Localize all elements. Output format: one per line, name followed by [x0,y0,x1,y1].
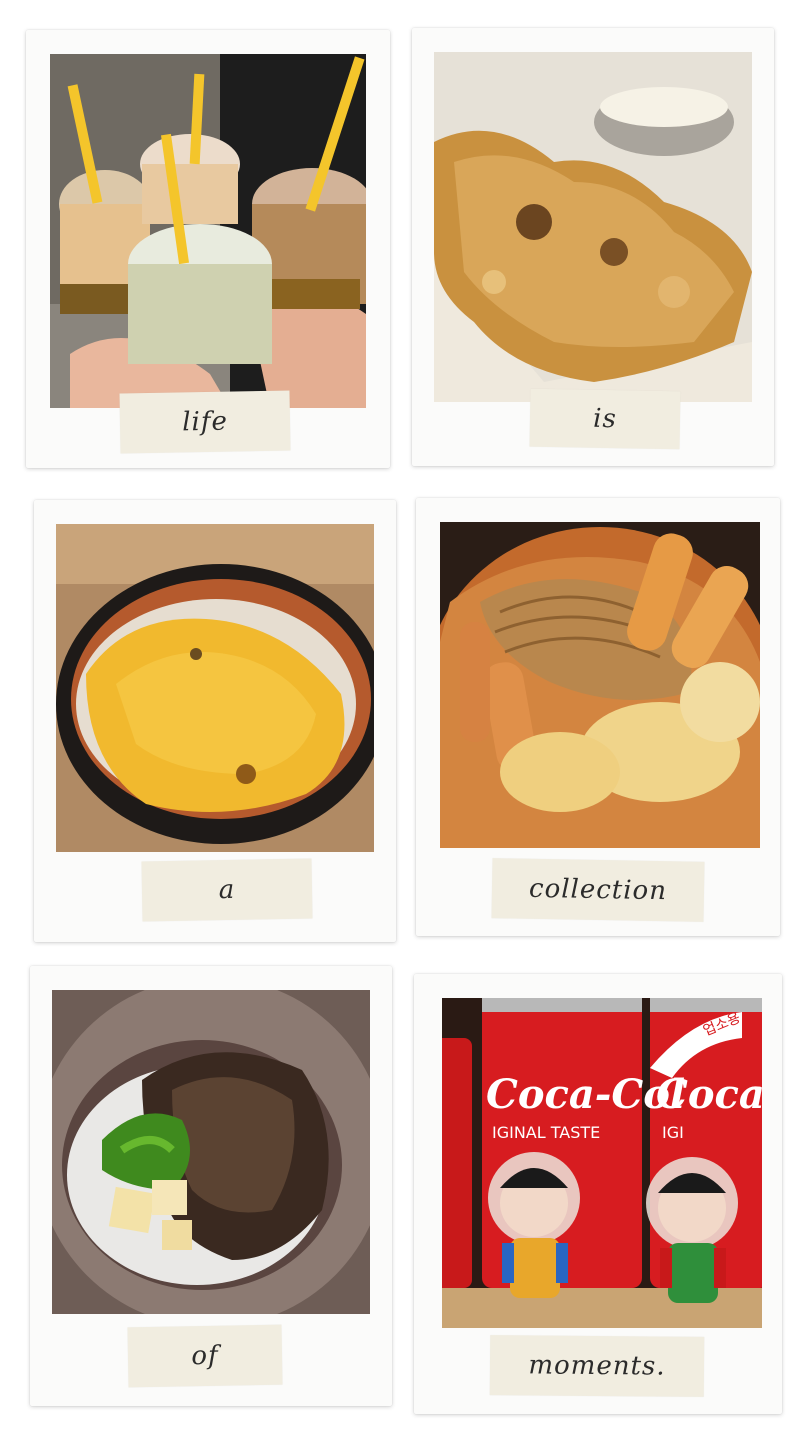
photo-rabokki [440,522,760,848]
caption-tape-2: is [529,388,681,450]
caption-tape-6: moments. [489,1335,705,1397]
polaroid-5: of [30,966,392,1406]
polaroid-2: is [412,28,774,466]
caption-tape-1: life [119,390,291,454]
polaroid-3: a [34,500,396,942]
can-sub-left: IGINAL TASTE [492,1123,600,1142]
photo-bibimbap [52,990,370,1314]
can-sub-right: IGI [662,1123,684,1142]
polaroid-1: life [26,30,390,468]
photo-cheese-bowl [56,524,374,852]
caption-text: a [218,874,236,906]
polaroid-6: 업소용 Coca-Col Coca IGINAL TASTE IGI momen… [414,974,782,1414]
caption-tape-4: collection [491,858,705,922]
polaroid-4: collection [416,498,780,936]
caption-text: is [592,403,618,435]
photo-drinks [50,54,366,408]
caption-tape-3: a [141,858,313,922]
caption-tape-5: of [127,1324,283,1388]
caption-text: collection [528,873,668,907]
caption-text: of [191,1340,219,1372]
caption-text: life [181,406,229,438]
photo-fried-chicken [434,52,752,402]
caption-text: moments. [528,1350,666,1382]
photo-coca-cola-figurines: 업소용 Coca-Col Coca IGINAL TASTE IGI [442,998,762,1328]
can-brand-right: Coca [656,1071,762,1118]
